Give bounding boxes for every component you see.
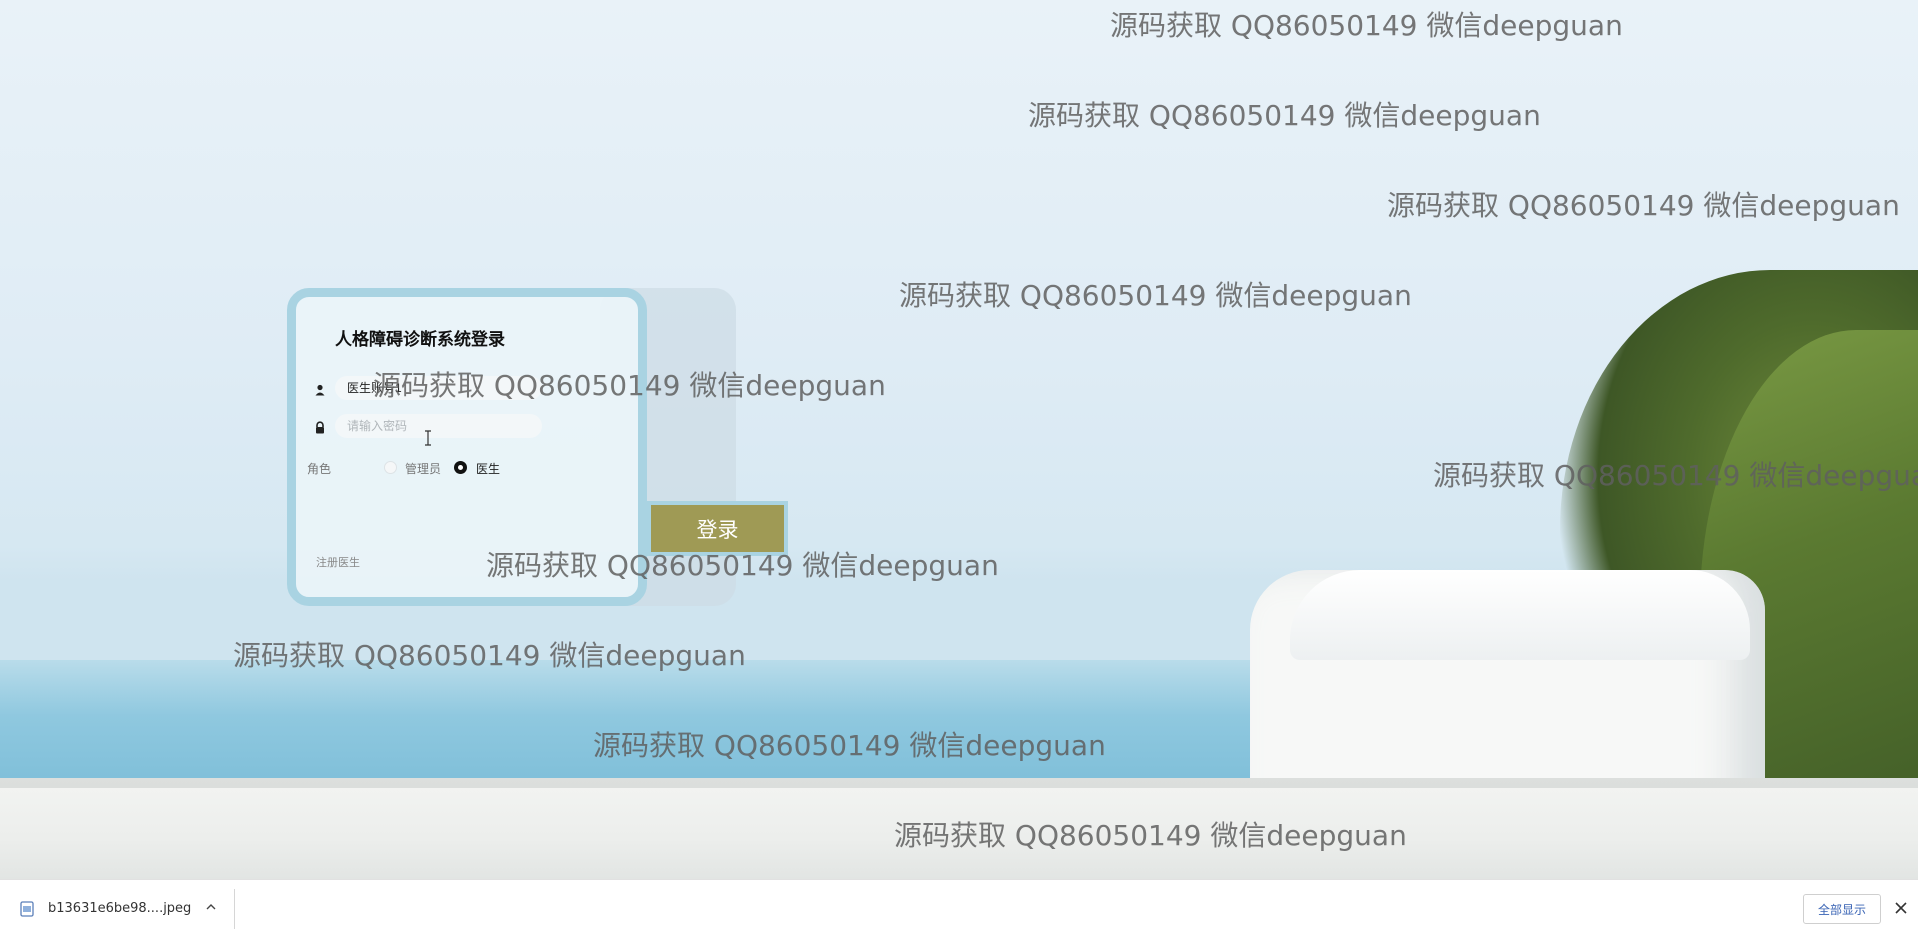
lock-icon: [316, 421, 324, 434]
login-button[interactable]: 登录: [647, 501, 788, 556]
text-cursor-icon: [425, 430, 431, 446]
wall-shade: [0, 778, 1918, 788]
password-input[interactable]: [335, 414, 542, 438]
white-wall: [0, 778, 1918, 879]
download-bar-divider: [234, 889, 235, 929]
download-bar: b13631e6be98....jpeg 全部显示: [0, 879, 1918, 938]
chevron-up-icon[interactable]: [205, 901, 217, 913]
show-all-button[interactable]: 全部显示: [1803, 894, 1881, 924]
role-option-doctor[interactable]: 医生: [476, 460, 500, 477]
user-icon: [315, 384, 325, 396]
role-radio-doctor[interactable]: [454, 461, 467, 474]
file-icon: [20, 901, 34, 917]
role-label: 角色: [307, 462, 332, 476]
username-input[interactable]: [335, 376, 542, 400]
register-doctor-link[interactable]: 注册医生: [316, 554, 360, 570]
login-title: 人格障碍诊断系统登录: [335, 330, 505, 350]
download-file-name[interactable]: b13631e6be98....jpeg: [48, 901, 191, 916]
role-option-admin[interactable]: 管理员: [405, 460, 441, 477]
role-radio-admin[interactable]: [384, 461, 397, 474]
close-icon[interactable]: [1893, 900, 1909, 916]
chimney-top: [1290, 570, 1750, 660]
